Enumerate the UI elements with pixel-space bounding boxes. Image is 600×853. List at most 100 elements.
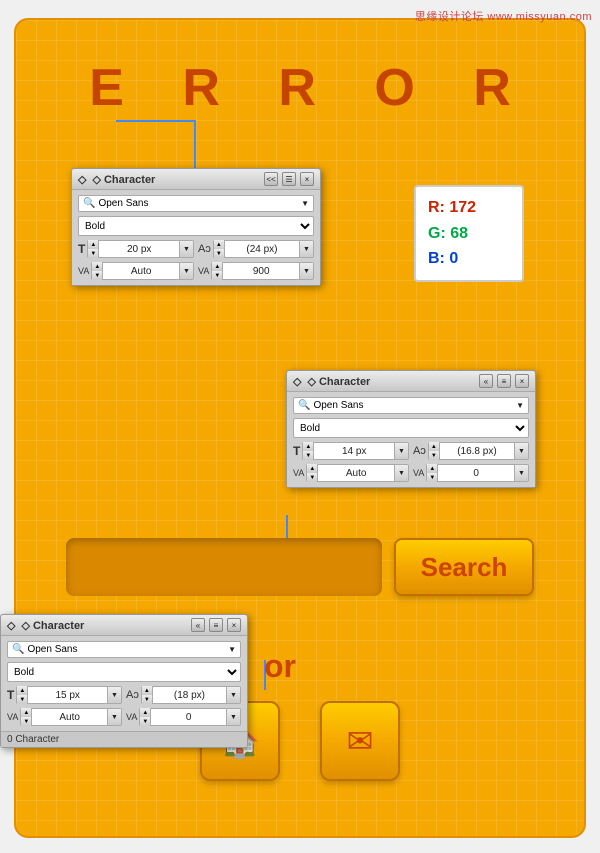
panel1-menu[interactable]: ☰ xyxy=(282,172,296,186)
panel1-kerning-down[interactable]: ▼ xyxy=(212,271,222,280)
panel1-tracking-down[interactable]: ▼ xyxy=(92,271,102,280)
panel3-font-search-row[interactable]: 🔍 ▼ xyxy=(7,641,241,658)
panel3-minimize[interactable]: « xyxy=(191,618,205,632)
panel3-size-stepper[interactable]: ▲ ▼ 15 px ▼ xyxy=(16,686,122,704)
panel3-leading-arrows[interactable]: ▲ ▼ xyxy=(142,686,153,704)
panel2-close[interactable]: × xyxy=(515,374,529,388)
search-input-box[interactable] xyxy=(66,538,382,596)
panel2-size-value: 14 px xyxy=(314,446,394,457)
panel2-minimize[interactable]: « xyxy=(479,374,493,388)
panel2-leading-arrows[interactable]: ▲ ▼ xyxy=(429,442,440,460)
panel3-size-up[interactable]: ▲ xyxy=(17,686,27,695)
panel1-title: ◇ ◇ Character xyxy=(78,173,155,186)
panel1-tracking-up[interactable]: ▲ xyxy=(92,262,102,271)
panel1-tracking-arrows[interactable]: ▲ ▼ xyxy=(92,262,103,280)
panel2-tracking-dd[interactable]: ▼ xyxy=(394,465,408,481)
panel2-leading-stepper[interactable]: ▲ ▼ (16.8 px) ▼ xyxy=(428,442,529,460)
panel1-leading-stepper[interactable]: ▲ ▼ (24 px) ▼ xyxy=(213,240,314,258)
panel2-tracking-stepper[interactable]: ▲ ▼ Auto ▼ xyxy=(306,464,409,482)
panel1-font-search-row[interactable]: 🔍 ▼ xyxy=(78,195,314,212)
panel1-controls[interactable]: << ☰ × xyxy=(264,172,314,186)
panel2-style-select[interactable]: Bold xyxy=(293,418,529,438)
panel1-kerning-arrows[interactable]: ▲ ▼ xyxy=(212,262,223,280)
panel3-kerning-down[interactable]: ▼ xyxy=(140,717,150,726)
panel3-kerning-up[interactable]: ▲ xyxy=(140,708,150,717)
panel1-font-dropdown[interactable]: ▼ xyxy=(301,199,309,208)
panel2-size-down[interactable]: ▼ xyxy=(303,451,313,460)
panel3-font-dropdown[interactable]: ▼ xyxy=(228,645,236,654)
panel3-tracking-value: Auto xyxy=(32,712,107,723)
panel2-size-stepper[interactable]: ▲ ▼ 14 px ▼ xyxy=(302,442,409,460)
mail-button[interactable]: ✉ xyxy=(320,701,400,781)
panel2-kerning-dd[interactable]: ▼ xyxy=(514,465,528,481)
diamond-icon-3: ◇ xyxy=(7,619,15,632)
panel3-menu[interactable]: ≡ xyxy=(209,618,223,632)
panel2-leading-dd[interactable]: ▼ xyxy=(514,443,528,459)
panel3-leading-up[interactable]: ▲ xyxy=(142,686,152,695)
panel3-tracking-stepper[interactable]: ▲ ▼ Auto ▼ xyxy=(20,708,122,726)
panel2-leading-value: (16.8 px) xyxy=(440,446,514,457)
panel3-font-input[interactable] xyxy=(27,644,225,655)
panel1-kerning-dd[interactable]: ▼ xyxy=(299,263,313,279)
panel3-tracking-dd[interactable]: ▼ xyxy=(107,709,121,725)
panel2-font-search-row[interactable]: 🔍 ▼ xyxy=(293,397,529,414)
panel2-menu[interactable]: ≡ xyxy=(497,374,511,388)
panel3-size-down[interactable]: ▼ xyxy=(17,695,27,704)
panel3-kerning-dd[interactable]: ▼ xyxy=(226,709,240,725)
panel3-leading-down[interactable]: ▼ xyxy=(142,695,152,704)
panel2-kerning-down[interactable]: ▼ xyxy=(427,473,437,482)
panel1-tracking-dd[interactable]: ▼ xyxy=(179,263,193,279)
panel2-kerning-up[interactable]: ▲ xyxy=(427,464,437,473)
panel3-tracking-up[interactable]: ▲ xyxy=(21,708,31,717)
panel1-tracking-icon: VA xyxy=(78,266,89,276)
panel1-style-select[interactable]: Bold xyxy=(78,216,314,236)
panel1-kerning-stepper[interactable]: ▲ ▼ 900 ▼ xyxy=(211,262,314,280)
panel3-close[interactable]: × xyxy=(227,618,241,632)
panel3-leading-stepper[interactable]: ▲ ▼ (18 px) ▼ xyxy=(141,686,241,704)
panel2-tracking-up[interactable]: ▲ xyxy=(307,464,317,473)
panel3-tracking-icon: VA xyxy=(7,712,18,722)
panel2-kerning-arrows[interactable]: ▲ ▼ xyxy=(427,464,438,482)
panel1-font-input[interactable] xyxy=(98,198,298,209)
panel2-size-up[interactable]: ▲ xyxy=(303,442,313,451)
panel1-size-down[interactable]: ▼ xyxy=(88,249,98,258)
panel1-leading-icon: Aↄ xyxy=(198,243,211,255)
panel2-font-input[interactable] xyxy=(313,400,513,411)
search-button[interactable]: Search xyxy=(394,538,534,596)
panel3-size-dd[interactable]: ▼ xyxy=(107,687,121,703)
panel1-kerning-value: 900 xyxy=(223,266,299,277)
panel1-leading-arrows[interactable]: ▲ ▼ xyxy=(214,240,225,258)
panel3-tracking-arrows[interactable]: ▲ ▼ xyxy=(21,708,32,726)
panel2-leading-down[interactable]: ▼ xyxy=(429,451,439,460)
panel1-size-stepper[interactable]: ▲ ▼ 20 px ▼ xyxy=(87,240,194,258)
panel2-tracking-arrows[interactable]: ▲ ▼ xyxy=(307,464,318,482)
panel3-tracking-down[interactable]: ▼ xyxy=(21,717,31,726)
panel1-size-up[interactable]: ▲ xyxy=(88,240,98,249)
panel1-leading-up[interactable]: ▲ xyxy=(214,240,224,249)
panel1-size-arrows[interactable]: ▲ ▼ xyxy=(88,240,99,258)
panel1-leading-dd[interactable]: ▼ xyxy=(299,241,313,257)
panel3-style-select[interactable]: Bold xyxy=(7,662,241,682)
panel2-size-leading-row: T ▲ ▼ 14 px ▼ Aↄ ▲ ▼ xyxy=(293,442,529,460)
panel1-close[interactable]: × xyxy=(300,172,314,186)
panel1-size-dd[interactable]: ▼ xyxy=(179,241,193,257)
panel2-size-dd[interactable]: ▼ xyxy=(394,443,408,459)
connector-h1 xyxy=(116,120,196,122)
panel3-leading-dd[interactable]: ▼ xyxy=(226,687,240,703)
panel2-font-dropdown[interactable]: ▼ xyxy=(516,401,524,410)
panel2-size-arrows[interactable]: ▲ ▼ xyxy=(303,442,314,460)
panel1-minimize[interactable]: << xyxy=(264,172,278,186)
panel3-kerning-arrows[interactable]: ▲ ▼ xyxy=(140,708,151,726)
panel1-kerning-up[interactable]: ▲ xyxy=(212,262,222,271)
panel2-controls[interactable]: « ≡ × xyxy=(479,374,529,388)
panel2-kerning-stepper[interactable]: ▲ ▼ 0 ▼ xyxy=(426,464,529,482)
panel3-size-arrows[interactable]: ▲ ▼ xyxy=(17,686,28,704)
panel2-tracking-value: Auto xyxy=(318,468,394,479)
panel3-kerning-stepper[interactable]: ▲ ▼ 0 ▼ xyxy=(139,708,241,726)
panel3-controls[interactable]: « ≡ × xyxy=(191,618,241,632)
panel1-tracking-stepper[interactable]: ▲ ▼ Auto ▼ xyxy=(91,262,194,280)
panel1-leading-down[interactable]: ▼ xyxy=(214,249,224,258)
panel2-tracking-down[interactable]: ▼ xyxy=(307,473,317,482)
or-text: or xyxy=(264,648,296,685)
panel2-leading-up[interactable]: ▲ xyxy=(429,442,439,451)
